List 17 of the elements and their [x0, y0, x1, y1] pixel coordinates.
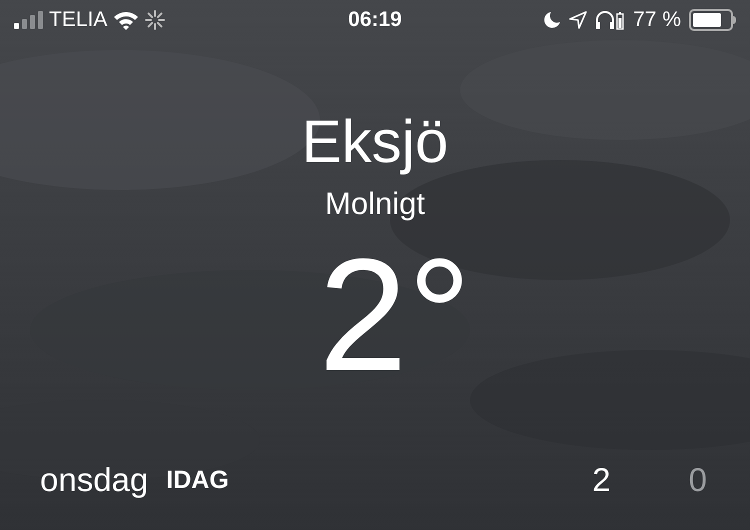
wifi-icon: [113, 10, 140, 30]
location-arrow-icon: [569, 11, 588, 29]
weekday: onsdag: [40, 460, 148, 500]
low-temperature: 0: [688, 460, 707, 500]
moon-icon: [543, 11, 562, 29]
high-temperature: 2: [592, 460, 611, 500]
clock-time: 06:19: [348, 7, 402, 34]
today-label: IDAG: [166, 464, 229, 496]
battery-icon: [689, 9, 736, 31]
city-name: Eksjö: [302, 112, 448, 172]
carrier-name: TELIA: [49, 7, 108, 34]
headphones-battery-icon: [595, 9, 626, 31]
spinner-icon: [145, 10, 166, 30]
weather-condition: Molnigt: [325, 188, 425, 219]
current-temperature: 2°: [318, 235, 472, 395]
signal-icon: [14, 11, 43, 29]
battery-percentage: 77 %: [633, 7, 681, 34]
